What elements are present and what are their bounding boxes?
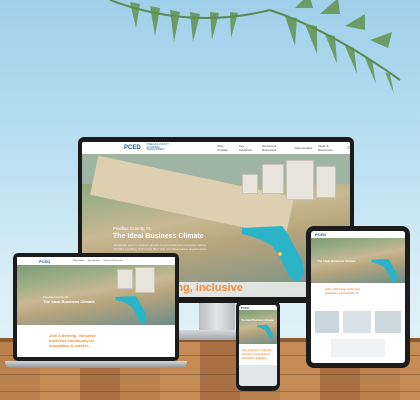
phone-website: PCED The Ideal Business Climate Join a t… [239, 305, 277, 386]
hero-section: The Ideal Business Climate [311, 238, 405, 283]
florida-map-icon [242, 226, 304, 282]
table-plank-line [0, 391, 420, 392]
florida-map-icon [257, 324, 273, 340]
smartphone: PCED The Ideal Business Climate Join a t… [236, 300, 280, 391]
site-nav: PCED Why Pinellas Key Industries Service… [17, 257, 175, 265]
hero-building [135, 267, 155, 293]
nav-key-industries[interactable]: Key Industries [88, 260, 101, 262]
monitor-stand-neck [199, 303, 235, 333]
florida-map-icon [371, 258, 398, 283]
tagline-line-2: business community of [325, 291, 359, 295]
nav-why-pinellas[interactable]: Why Pinellas [73, 260, 85, 262]
table-plank-line [0, 374, 420, 375]
hero-building [316, 166, 336, 198]
hero-description: Accelerate your company's growth in a pr… [113, 243, 207, 251]
site-logo-text: PINELLAS COUNTY ECONOMIC DEVELOPMENT [146, 143, 176, 152]
nav-services[interactable]: Services & Resources [103, 260, 123, 262]
content-image [315, 311, 339, 333]
content-block [331, 339, 385, 357]
tagline-line-3: innovators & leaders [242, 357, 267, 360]
site-logo-mark[interactable]: PCED [315, 232, 326, 237]
tagline-line-1: Join a thriving, inclusive [242, 349, 272, 352]
hero-section: Pinellas County, FL The Ideal Business C… [17, 265, 175, 325]
tagline-line-2: business community of [242, 353, 270, 356]
nav-news[interactable]: News & Resources [318, 144, 341, 152]
hero-building [242, 174, 258, 194]
nav-key-industries[interactable]: Key Industries [239, 144, 256, 152]
content-image [375, 311, 401, 333]
logo-line-2: ECONOMIC DEVELOPMENT [146, 145, 165, 152]
hero-title: The Ideal Business Climate [113, 233, 204, 240]
tablet-website: PCED The Ideal Business Climate Join a t… [311, 231, 405, 363]
tagline-section: Join a thriving, inclusive business comm… [17, 325, 175, 357]
content-image [239, 365, 277, 386]
laptop-base [5, 361, 187, 368]
laptop: PCED Why Pinellas Key Industries Service… [13, 253, 179, 361]
search-icon[interactable]: ⌕ [347, 145, 350, 151]
florida-map-icon [115, 296, 147, 324]
hero-title: The Ideal Business Climate [317, 259, 356, 263]
nav-services[interactable]: Services & Resources [262, 144, 289, 152]
site-logo-mark[interactable]: PCED [124, 145, 141, 151]
site-nav: PCED [311, 231, 405, 238]
hero-subtitle: Pinellas County, FL [113, 226, 152, 231]
content-image [343, 311, 371, 333]
nav-opportunities[interactable]: Opportunities [294, 146, 312, 150]
palm-leaves-decoration [109, 0, 401, 94]
hero-building [117, 269, 133, 289]
hero-title: The Ideal Business Climate [241, 319, 274, 322]
tablet: PCED The Ideal Business Climate Join a t… [306, 226, 410, 368]
hero-title: The Ideal Business Climate [43, 299, 95, 304]
nav-why-pinellas[interactable]: Why Pinellas [217, 144, 233, 152]
hero-building [286, 160, 314, 200]
site-logo-mark[interactable]: PCED [39, 259, 50, 264]
hero-building [262, 164, 284, 194]
tagline-line-3: innovators & leaders [49, 343, 89, 348]
hero-section: The Ideal Business Climate [239, 310, 277, 344]
site-nav: PCED PINELLAS COUNTY ECONOMIC DEVELOPMEN… [82, 142, 350, 154]
site-logo-mark[interactable]: PCED [241, 306, 249, 310]
laptop-website: PCED Why Pinellas Key Industries Service… [17, 257, 175, 357]
